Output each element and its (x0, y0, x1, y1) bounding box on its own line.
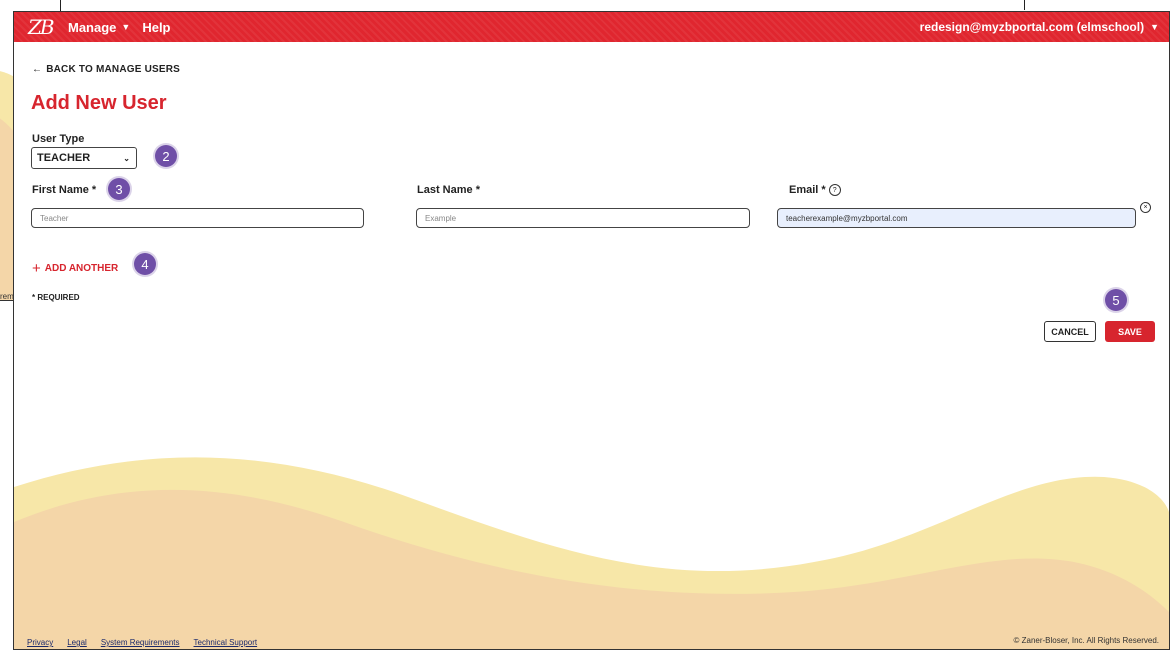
arrow-left-icon: ← (32, 64, 43, 75)
help-icon[interactable]: ? (828, 184, 841, 196)
last-name-input[interactable]: Example (416, 208, 750, 228)
zb-logo[interactable]: ZB (28, 15, 56, 39)
top-navigation-bar: ZB Manage ▼ Help redesign@myzbportal.com… (14, 12, 1169, 42)
user-type-label: User Type (32, 133, 85, 145)
footer-link-privacy[interactable]: Privacy (27, 638, 53, 647)
cancel-button[interactable]: CANCEL (1044, 321, 1096, 342)
decorative-wave (14, 457, 1169, 649)
page-title: Add New User (31, 92, 167, 114)
save-button[interactable]: SAVE (1105, 321, 1155, 342)
footer-link-technical-support[interactable]: Technical Support (194, 638, 258, 647)
email-label: Email * (789, 184, 826, 196)
nav-help-label: Help (142, 19, 171, 35)
last-name-label: Last Name * (417, 184, 480, 196)
first-name-input[interactable]: Teacher (31, 208, 364, 228)
chevron-down-icon: ▼ (1150, 22, 1159, 32)
first-name-label: First Name * (32, 184, 97, 196)
add-another-button[interactable]: + ADD ANOTHER (32, 260, 118, 277)
app-window: ZB Manage ▼ Help redesign@myzbportal.com… (13, 11, 1170, 650)
window-edge-line (1024, 0, 1025, 10)
step-marker-4: 4 (134, 253, 156, 275)
chevron-down-icon: ⌄ (123, 153, 130, 163)
account-menu[interactable]: redesign@myzbportal.com (elmschool) ▼ (920, 12, 1159, 42)
close-icon[interactable]: × (1140, 202, 1151, 213)
step-marker-2: 2 (155, 145, 177, 167)
add-another-label: ADD ANOTHER (44, 263, 119, 274)
user-type-select[interactable]: TEACHER ⌄ (31, 147, 137, 169)
copyright: © Zaner-Bloser, Inc. All Rights Reserved… (1013, 636, 1159, 645)
back-link-label: BACK TO MANAGE USERS (46, 64, 181, 75)
nav-manage[interactable]: Manage ▼ (68, 20, 130, 35)
step-marker-5: 5 (1105, 289, 1127, 311)
footer-link-system-requirements[interactable]: System Requirements (101, 638, 180, 647)
back-to-manage-users-link[interactable]: ← BACK TO MANAGE USERS (32, 64, 180, 75)
step-marker-3: 3 (108, 178, 130, 200)
account-label: redesign@myzbportal.com (elmschool) (919, 20, 1145, 34)
email-input[interactable]: teacherexample@myzbportal.com (777, 208, 1136, 228)
footer-link-legal[interactable]: Legal (67, 638, 87, 647)
chevron-down-icon: ▼ (121, 22, 131, 32)
plus-icon: + (32, 260, 41, 277)
nav-help[interactable]: Help (142, 20, 170, 35)
email-label-group: Email * ? (789, 184, 841, 196)
required-note: * REQUIRED (32, 293, 80, 302)
user-type-value: TEACHER (37, 152, 91, 164)
footer-links: Privacy Legal System Requirements Techni… (27, 638, 257, 647)
nav-manage-label: Manage (68, 19, 117, 35)
